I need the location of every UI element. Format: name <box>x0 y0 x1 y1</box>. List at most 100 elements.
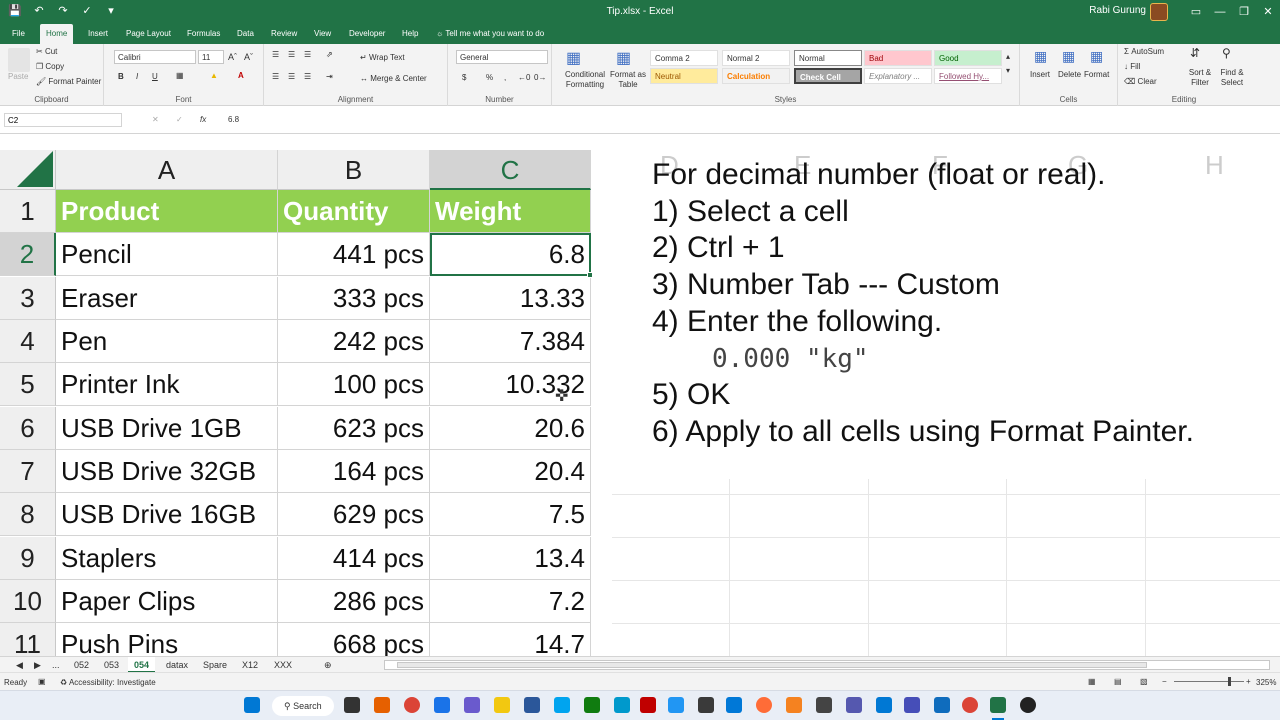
calendar-icon[interactable] <box>434 697 450 713</box>
style-explanatory[interactable]: Explanatory ... <box>864 68 932 84</box>
sort-filter-icon[interactable]: ⇵ <box>1190 46 1200 60</box>
conditional-formatting-button[interactable]: Conditional Formatting <box>562 70 608 90</box>
wrap-text-button[interactable]: ↵ Wrap Text <box>360 53 405 62</box>
row-header[interactable]: 9 <box>0 537 56 580</box>
fill-handle[interactable] <box>587 272 593 278</box>
cell-a[interactable]: Printer Ink <box>56 363 278 406</box>
align-center-icon[interactable]: ☰ <box>288 72 295 81</box>
style-normal-2[interactable]: Normal 2 <box>722 50 790 66</box>
increase-decimal-icon[interactable]: ←0 <box>518 73 530 82</box>
font-shrink-icon[interactable]: Aˇ <box>244 52 253 62</box>
tab-home[interactable]: Home <box>40 24 74 44</box>
cell-c[interactable]: 7.5 <box>430 493 591 536</box>
normal-view-icon[interactable]: ▦ <box>1088 677 1096 686</box>
app-icon-11[interactable] <box>876 697 892 713</box>
cell-c[interactable]: 14.7 <box>430 623 591 656</box>
sort-filter-button[interactable]: Sort & Filter <box>1186 68 1214 88</box>
font-grow-icon[interactable]: Aˆ <box>228 52 237 62</box>
style-check-cell[interactable]: Check Cell <box>794 68 862 84</box>
horizontal-scrollbar[interactable] <box>384 660 1270 670</box>
bold-button[interactable]: B <box>118 72 124 81</box>
minimize-icon[interactable]: — <box>1208 0 1232 24</box>
style-good[interactable]: Good <box>934 50 1002 66</box>
tab-help[interactable]: Help <box>396 24 424 44</box>
currency-button[interactable]: $ <box>462 73 466 82</box>
tab-formulas[interactable]: Formulas <box>181 24 226 44</box>
row-header[interactable]: 5 <box>0 363 56 406</box>
style-neutral[interactable]: Neutral <box>650 68 718 84</box>
zoom-out-icon[interactable]: − <box>1162 677 1167 686</box>
delete-cells-icon[interactable]: ▦ <box>1062 48 1075 65</box>
align-top-icon[interactable]: ☰ <box>272 50 279 59</box>
cell-b[interactable]: 242 pcs <box>278 320 430 363</box>
sheet-tab-xxx[interactable]: XXX <box>268 657 298 673</box>
cell-a[interactable]: USB Drive 16GB <box>56 493 278 536</box>
cell-c[interactable]: Weight <box>430 190 591 233</box>
sheet-tab-053[interactable]: 053 <box>98 657 125 673</box>
app-icon-8[interactable] <box>786 697 802 713</box>
app-icon-9[interactable] <box>816 697 832 713</box>
cell-b[interactable]: 100 pcs <box>278 363 430 406</box>
percent-button[interactable]: % <box>486 73 493 82</box>
app-icon-6[interactable] <box>668 697 684 713</box>
task-view-icon[interactable] <box>344 697 360 713</box>
format-cells-button[interactable]: Format <box>1084 70 1109 79</box>
comma-button[interactable]: , <box>504 73 506 82</box>
restore-icon[interactable]: ❐ <box>1232 0 1256 24</box>
close-icon[interactable]: ✕ <box>1256 0 1280 24</box>
cell-c[interactable]: 13.33 <box>430 277 591 320</box>
align-middle-icon[interactable]: ☰ <box>288 50 295 59</box>
avatar[interactable] <box>1150 3 1168 21</box>
format-painter-button[interactable]: 🖌 Format Painter <box>36 77 101 86</box>
cell-b[interactable]: 441 pcs <box>278 233 430 276</box>
find-select-button[interactable]: Find & Select <box>1216 68 1248 88</box>
align-right-icon[interactable]: ☰ <box>304 72 311 81</box>
select-all-corner[interactable] <box>0 150 56 190</box>
taskbar-search[interactable]: ⚲ Search <box>272 696 334 716</box>
tab-page-layout[interactable]: Page Layout <box>120 24 177 44</box>
chrome-icon[interactable] <box>404 697 420 713</box>
align-left-icon[interactable]: ☰ <box>272 72 279 81</box>
cell-c[interactable]: 20.6 <box>430 407 591 450</box>
firefox-icon[interactable] <box>374 697 390 713</box>
sheet-tab-datax[interactable]: datax <box>160 657 194 673</box>
cell-a[interactable]: Paper Clips <box>56 580 278 623</box>
styles-scroll-up-icon[interactable]: ▴ <box>1006 52 1010 61</box>
app-icon-10[interactable] <box>846 697 862 713</box>
row-header[interactable]: 1 <box>0 190 56 233</box>
cell-c[interactable]: 6.8 <box>430 233 591 276</box>
sheet-scroll-right-icon[interactable]: ▶ <box>28 657 47 673</box>
filezilla-icon[interactable] <box>640 697 656 713</box>
cancel-icon[interactable]: ✕ <box>152 115 159 124</box>
app-icon-13[interactable] <box>1020 697 1036 713</box>
row-header[interactable]: 6 <box>0 407 56 450</box>
cell-a[interactable]: Eraser <box>56 277 278 320</box>
app-icon-4[interactable] <box>584 697 600 713</box>
style-normal[interactable]: Normal <box>794 50 862 66</box>
sheet-tab-more[interactable]: ... <box>46 657 66 673</box>
row-header[interactable]: 7 <box>0 450 56 493</box>
cell-b[interactable]: 333 pcs <box>278 277 430 320</box>
sheet-tab-052[interactable]: 052 <box>68 657 95 673</box>
postman-icon[interactable] <box>756 697 772 713</box>
cut-button[interactable]: ✂ Cut <box>36 47 57 56</box>
cell-b[interactable]: 629 pcs <box>278 493 430 536</box>
cell-a[interactable]: Staplers <box>56 537 278 580</box>
cell-c[interactable]: 13.4 <box>430 537 591 580</box>
format-as-table-icon[interactable]: ▦ <box>616 48 631 68</box>
app-icon-2[interactable] <box>524 697 540 713</box>
name-box[interactable]: C2 <box>4 113 122 127</box>
cell-b[interactable]: 286 pcs <box>278 580 430 623</box>
underline-button[interactable]: U <box>152 72 158 81</box>
cell-a[interactable]: USB Drive 32GB <box>56 450 278 493</box>
user-name[interactable]: Rabi Gurung <box>1089 5 1146 16</box>
cell-b[interactable]: 623 pcs <box>278 407 430 450</box>
borders-icon[interactable]: ▦ <box>176 71 184 80</box>
column-header-c[interactable]: C <box>430 150 591 190</box>
formula-input[interactable]: 6.8 <box>228 115 239 124</box>
sheet-scroll-left-icon[interactable]: ◀ <box>10 657 29 673</box>
row-header[interactable]: 4 <box>0 320 56 363</box>
sheet-tab-054[interactable]: 054 <box>128 657 156 673</box>
font-name-dropdown[interactable]: Calibri <box>114 50 196 64</box>
ribbon-display-icon[interactable]: ▭ <box>1184 0 1208 24</box>
